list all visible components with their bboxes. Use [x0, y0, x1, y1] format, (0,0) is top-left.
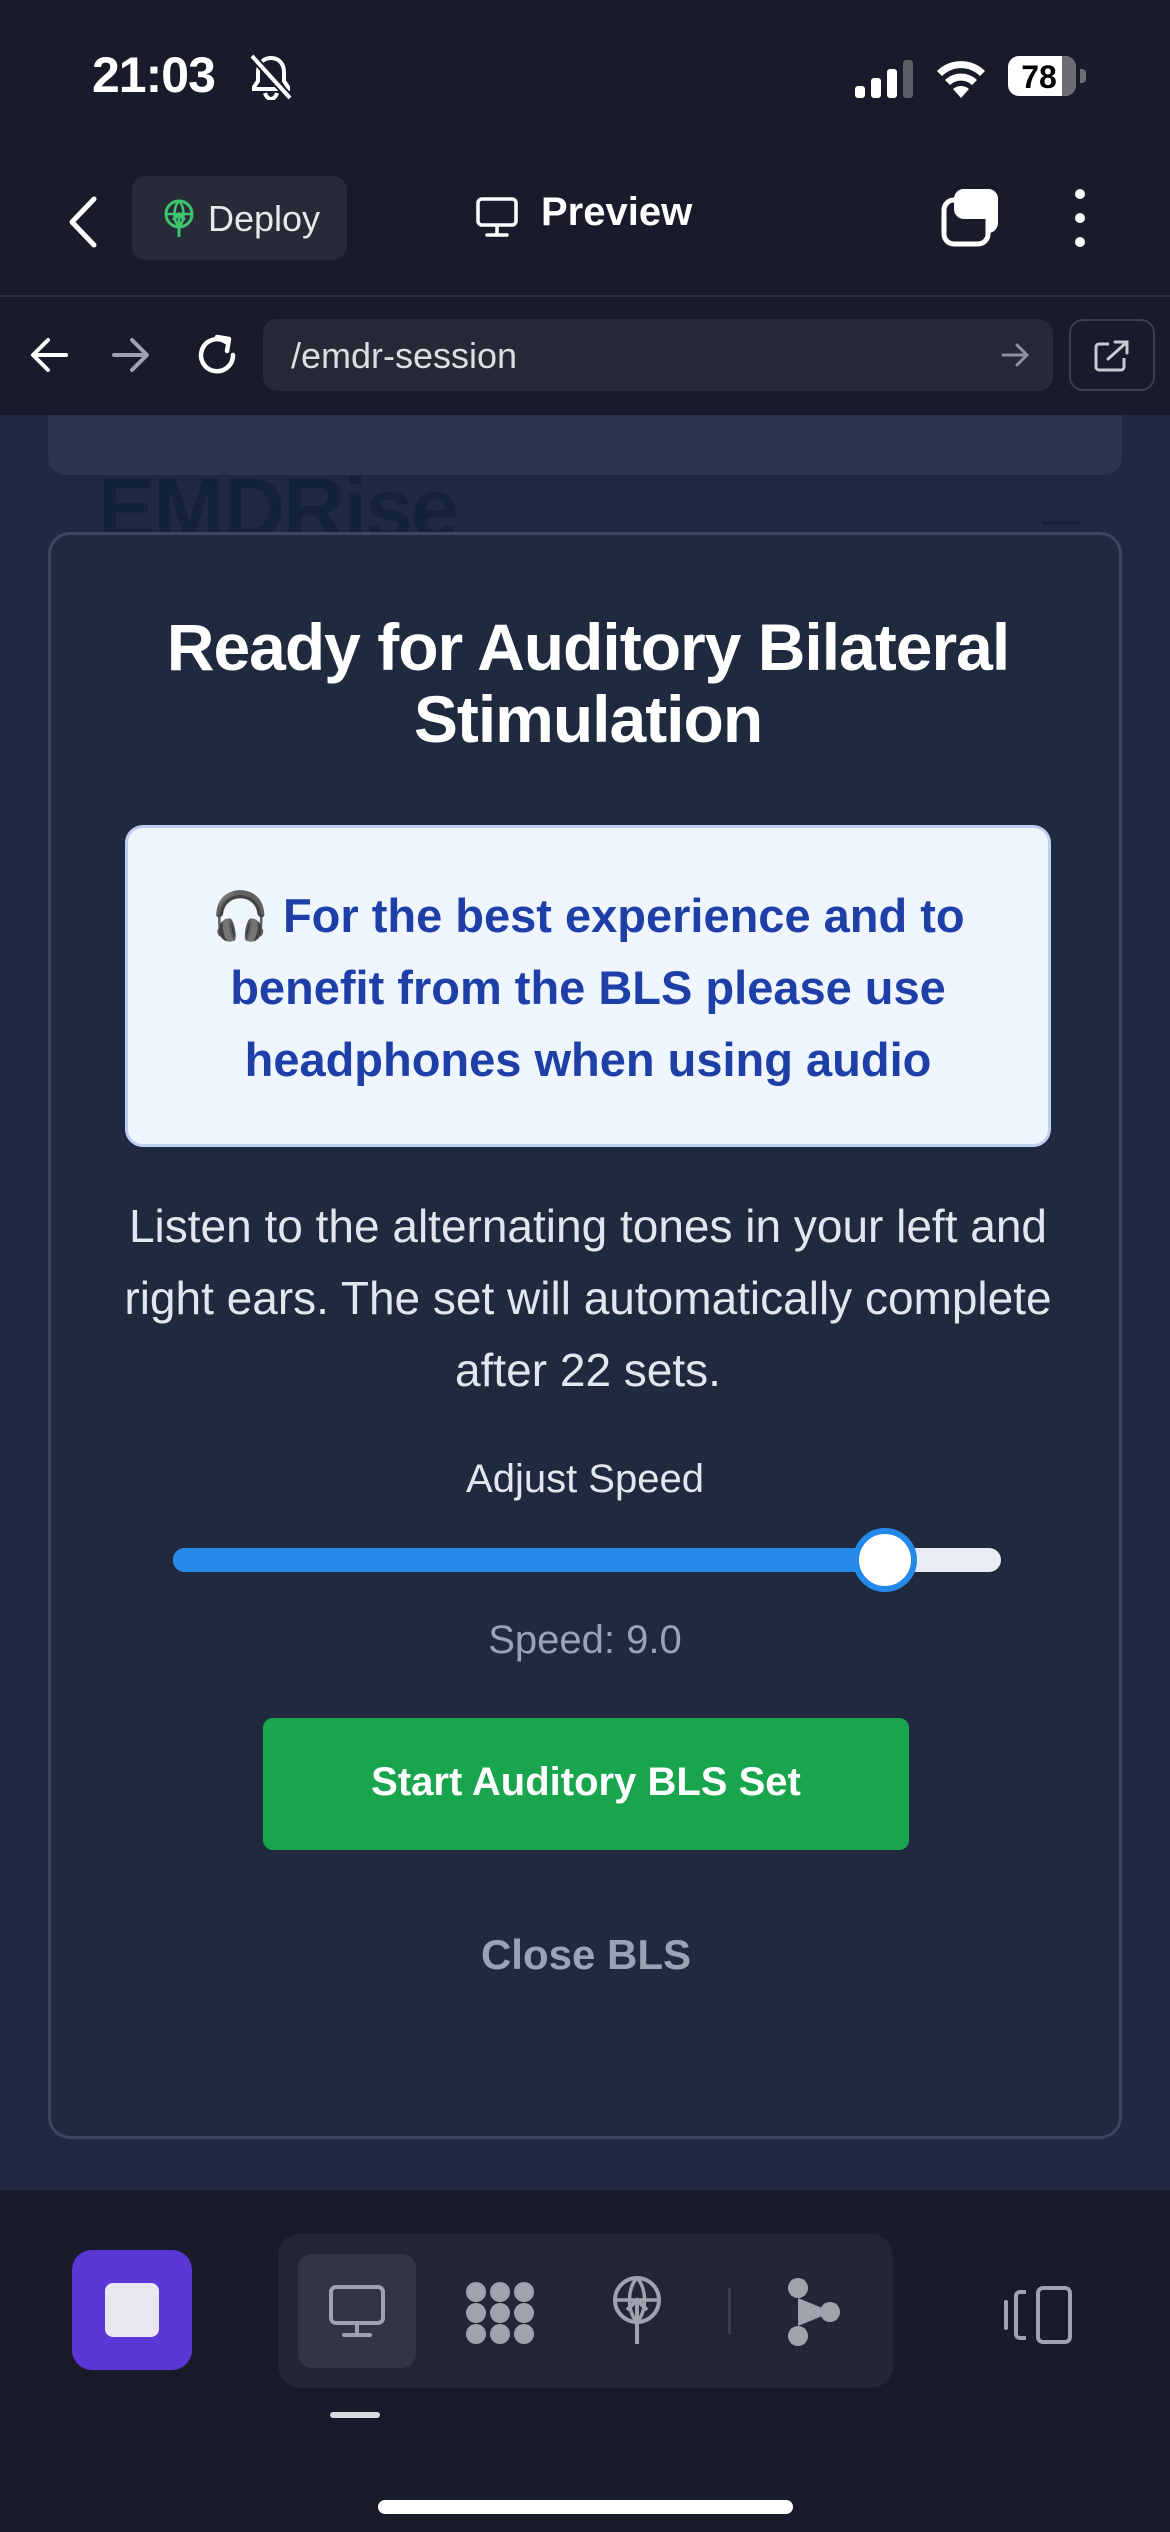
headphones-icon: 🎧: [211, 889, 270, 942]
home-indicator: [378, 2500, 793, 2514]
start-bls-button[interactable]: Start Auditory BLS Set: [263, 1718, 909, 1850]
status-time: 21:03: [92, 47, 216, 103]
tool-monitor-button[interactable]: [298, 2254, 416, 2368]
external-link-icon: [1094, 340, 1129, 372]
background-menu-icon: [1042, 521, 1080, 525]
url-text: /emdr-session: [291, 335, 518, 376]
speed-slider-fill: [173, 1548, 885, 1572]
modal-title: Ready for Auditory Bilateral Stimulation: [166, 610, 1010, 756]
web-preview: EMDRise Ready for Auditory Bilateral Sti…: [0, 415, 1170, 2190]
deploy-icon: [164, 199, 194, 237]
wifi-icon: [937, 61, 985, 98]
battery-level: 78: [1021, 59, 1057, 95]
status-bar: 21:03 78: [0, 0, 1170, 150]
bls-modal: Ready for Auditory Bilateral Stimulation…: [48, 532, 1122, 2139]
preview-label: Preview: [541, 190, 693, 234]
bell-slash-icon: [249, 53, 293, 100]
deploy-label: Deploy: [208, 198, 321, 239]
tabs-icon[interactable]: [940, 186, 1002, 248]
speed-slider-thumb[interactable]: [853, 1528, 917, 1592]
headphones-notice: 🎧 For the best experience and to benefit…: [125, 825, 1051, 1147]
speed-value: Speed: 9.0: [488, 1618, 682, 1662]
tool-separator: [728, 2288, 731, 2334]
url-input[interactable]: /emdr-session: [263, 319, 1053, 391]
kebab-icon[interactable]: [1065, 186, 1095, 250]
monitor-icon: [476, 197, 518, 237]
tool-switcher: [278, 2234, 893, 2388]
speed-label: Adjust Speed: [466, 1457, 704, 1501]
battery-icon: 78: [1008, 56, 1088, 96]
browser-toolbar: /emdr-session: [0, 297, 1170, 415]
speed-slider[interactable]: [173, 1528, 1001, 1592]
notice-text-block: 🎧 For the best experience and to benefit…: [158, 880, 1018, 1096]
reload-icon[interactable]: [193, 331, 241, 379]
app-header: Deploy Preview: [0, 150, 1170, 297]
close-bls-button[interactable]: Close BLS: [411, 1915, 761, 1995]
stop-button[interactable]: [72, 2250, 192, 2370]
deploy-icon[interactable]: [606, 2274, 668, 2346]
start-bls-label: Start Auditory BLS Set: [371, 1760, 801, 1804]
chevron-left-icon[interactable]: [62, 193, 106, 251]
active-tool-indicator: [330, 2412, 380, 2418]
monitor-icon: [329, 2285, 385, 2337]
deploy-button[interactable]: Deploy: [132, 176, 347, 260]
stop-icon: [105, 2283, 159, 2337]
panel-toggle-icon[interactable]: [1002, 2284, 1074, 2346]
close-bls-label: Close BLS: [480, 1931, 692, 1978]
open-external-button[interactable]: [1069, 319, 1155, 391]
bottom-toolbar: [0, 2190, 1170, 2532]
arrow-left-icon[interactable]: [28, 335, 70, 375]
arrow-right-icon[interactable]: [110, 335, 152, 375]
workflow-icon[interactable]: [462, 2280, 538, 2346]
notice-text: For the best experience and to benefit f…: [230, 889, 965, 1086]
arrow-right-icon[interactable]: [1001, 341, 1031, 369]
instructions-text: Listen to the alternating tones in your …: [124, 1200, 1052, 1396]
signal-icon: [855, 60, 913, 98]
agent-icon[interactable]: [786, 2276, 842, 2348]
